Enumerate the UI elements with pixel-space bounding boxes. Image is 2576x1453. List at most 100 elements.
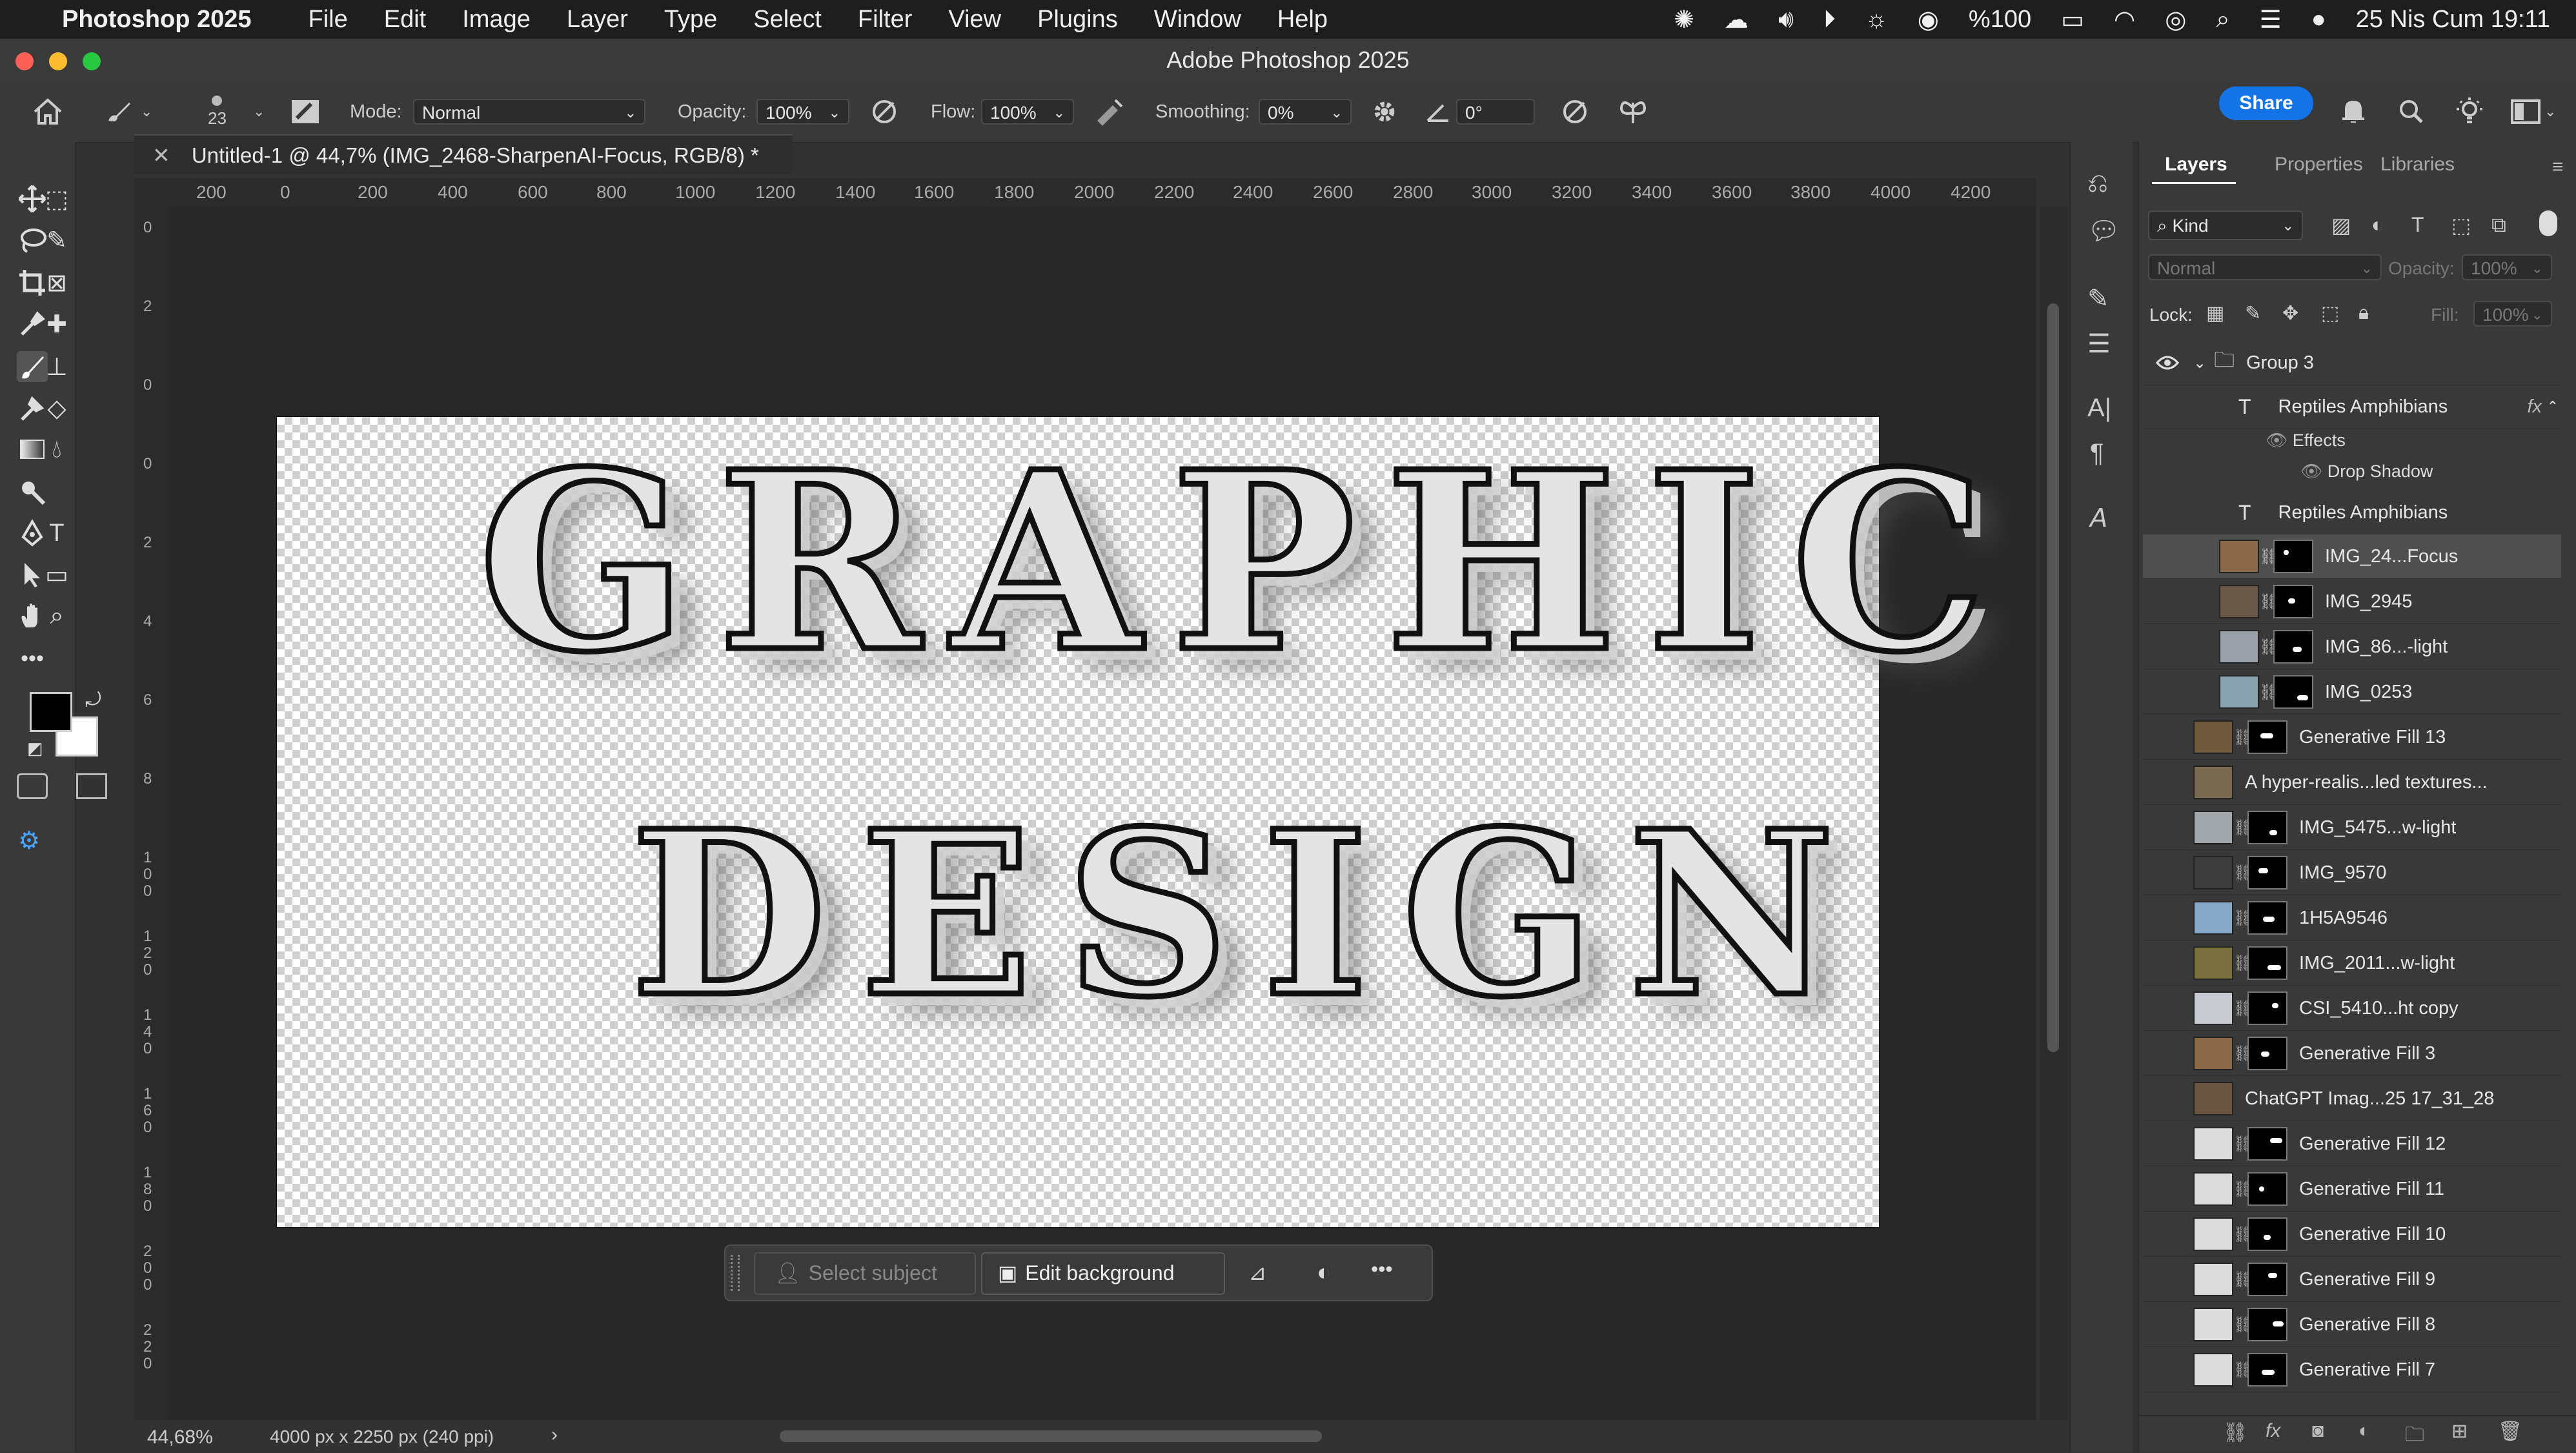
close-tab-icon[interactable]: ✕ bbox=[152, 143, 170, 167]
user-icon[interactable]: ◉ bbox=[1918, 5, 1939, 34]
zoom-tool-icon[interactable]: ⌕ bbox=[41, 600, 72, 631]
mask-link-icon[interactable]: ⛓ bbox=[2233, 1135, 2253, 1153]
select-subject-button[interactable]: 👤︎ Select subject bbox=[754, 1252, 976, 1295]
lock-all-icon[interactable]: 🔒︎ bbox=[2358, 302, 2369, 324]
panel-menu-icon[interactable]: ≡ bbox=[2552, 156, 2564, 178]
home-icon[interactable] bbox=[32, 81, 63, 142]
glyphs-panel-icon[interactable]: 𝘈 bbox=[2090, 503, 2107, 533]
visibility-toggle[interactable] bbox=[2156, 1361, 2179, 1379]
layer-row[interactable]: ⛓ Generative Fill 13 bbox=[2143, 715, 2561, 760]
adjustment-icon[interactable]: ◐ bbox=[1317, 1259, 1331, 1286]
layer-mask-thumbnail[interactable] bbox=[2247, 1037, 2287, 1070]
new-layer-icon[interactable]: ⊞ bbox=[2451, 1420, 2468, 1443]
visibility-toggle[interactable] bbox=[2156, 1090, 2179, 1108]
layer-row[interactable]: ⛓ Generative Fill 11 bbox=[2143, 1167, 2561, 1212]
visibility-eye-icon[interactable] bbox=[2155, 354, 2180, 372]
document-tab[interactable]: ✕ Untitled-1 @ 44,7% (IMG_2468-SharpenAI… bbox=[134, 134, 793, 174]
brush-size-picker[interactable]: 23 bbox=[208, 81, 227, 142]
layer-row-text[interactable]: T Reptiles Amphibians bbox=[2143, 491, 2561, 535]
filter-type-icon[interactable]: T bbox=[2411, 213, 2424, 237]
angle-field[interactable]: 0° bbox=[1456, 99, 1535, 125]
filter-smart-object-icon[interactable]: ⧉ bbox=[2491, 213, 2506, 238]
layer-mask-thumbnail[interactable] bbox=[2273, 630, 2313, 664]
lock-position-icon[interactable]: ✥ bbox=[2282, 302, 2298, 325]
mask-link-icon[interactable]: ⛓ bbox=[2233, 728, 2253, 747]
layer-mask-thumbnail[interactable] bbox=[2247, 1353, 2287, 1387]
mask-link-icon[interactable]: ⛓ bbox=[2233, 954, 2253, 973]
drop-shadow-eye-icon[interactable]: 👁︎ bbox=[2300, 462, 2328, 481]
layer-mask-thumbnail[interactable] bbox=[2247, 901, 2287, 935]
visibility-toggle[interactable] bbox=[2156, 773, 2179, 791]
tab-properties[interactable]: Properties bbox=[2275, 154, 2363, 176]
dodge-tool-icon[interactable] bbox=[17, 476, 48, 507]
quick-select-tool-icon[interactable]: ✎ bbox=[41, 225, 72, 256]
visibility-toggle[interactable] bbox=[2156, 1135, 2179, 1153]
brush-preset-icon[interactable]: ⌄ bbox=[103, 81, 152, 142]
eraser-tool-icon[interactable]: ◇ bbox=[41, 392, 72, 423]
collapse-effects-icon[interactable]: ⌃ bbox=[2547, 398, 2559, 415]
layer-row[interactable]: ⛓ CSI_5410...ht copy bbox=[2143, 986, 2561, 1031]
mode-select[interactable]: Normal ⌄ bbox=[413, 99, 645, 125]
layer-row[interactable]: ⛓ IMG_86...-light bbox=[2143, 625, 2561, 669]
brushes-panel-icon[interactable]: ✎ bbox=[2087, 284, 2109, 314]
layer-opacity-field[interactable]: 100% ⌄ bbox=[2462, 254, 2552, 281]
frame-tool-icon[interactable]: ⊠ bbox=[41, 267, 72, 298]
spot-healing-tool-icon[interactable]: ✚ bbox=[41, 309, 72, 340]
document-info[interactable]: 4000 px x 2250 px (240 ppi) bbox=[270, 1427, 494, 1447]
control-center-icon[interactable]: ☰ bbox=[2260, 5, 2282, 34]
text-tool-icon[interactable]: T bbox=[41, 518, 72, 549]
minimize-window-button[interactable] bbox=[49, 52, 67, 70]
layer-mask-thumbnail[interactable] bbox=[2247, 946, 2287, 980]
effects-row[interactable]: 👁︎ Effects bbox=[2266, 430, 2346, 451]
layer-row[interactable]: ⛓ IMG_9570 bbox=[2143, 851, 2561, 895]
volume-icon[interactable]: 🔊︎ bbox=[1778, 6, 1794, 34]
foreground-color-swatch[interactable] bbox=[30, 692, 72, 732]
default-colors-icon[interactable]: ◩ bbox=[27, 738, 43, 758]
drag-handle-icon[interactable] bbox=[731, 1255, 740, 1291]
symmetry-butterfly-icon[interactable] bbox=[1618, 81, 1648, 142]
smoothing-settings-gear-icon[interactable] bbox=[1371, 81, 1398, 142]
visibility-toggle[interactable] bbox=[2156, 593, 2179, 611]
chatgpt-icon[interactable]: ✺ bbox=[1674, 5, 1694, 34]
visibility-toggle[interactable] bbox=[2156, 818, 2179, 837]
mask-link-icon[interactable]: ⛓ bbox=[2259, 683, 2278, 702]
group-expand-chevron-icon[interactable]: ⌄ bbox=[2193, 354, 2206, 372]
add-mask-icon[interactable]: ◙ bbox=[2312, 1420, 2324, 1442]
airbrush-icon[interactable] bbox=[1093, 81, 1124, 142]
brush-settings-icon[interactable] bbox=[290, 81, 320, 142]
share-button[interactable]: Share bbox=[2219, 86, 2313, 120]
visibility-off[interactable] bbox=[2156, 503, 2179, 522]
visibility-toggle[interactable] bbox=[2156, 1225, 2179, 1243]
layer-row[interactable]: A hyper-realis...led textures... bbox=[2143, 760, 2561, 805]
layer-mask-thumbnail[interactable] bbox=[2247, 811, 2287, 844]
layer-mask-thumbnail[interactable] bbox=[2273, 585, 2313, 618]
screen-mode-icon[interactable] bbox=[76, 773, 107, 799]
layer-row[interactable]: ⛓ Generative Fill 8 bbox=[2143, 1303, 2561, 1347]
layer-row[interactable]: ⛓ IMG_24...Focus bbox=[2143, 534, 2561, 579]
vertical-ruler[interactable]: 0 2 0 0 2 4 6 8 100 120 140 160 180 200 220 bbox=[134, 207, 168, 1420]
menu-edit[interactable]: Edit bbox=[384, 6, 426, 34]
layer-mask-thumbnail[interactable] bbox=[2273, 675, 2313, 709]
tab-libraries[interactable]: Libraries bbox=[2380, 154, 2455, 176]
menu-type[interactable]: Type bbox=[664, 6, 717, 34]
opacity-field[interactable]: 100% ⌄ bbox=[756, 99, 849, 125]
visibility-toggle[interactable] bbox=[2156, 999, 2179, 1017]
visibility-toggle[interactable] bbox=[2156, 728, 2179, 746]
layer-filter-kind[interactable]: ⌕ Kind ⌄ bbox=[2148, 210, 2303, 240]
mask-link-icon[interactable]: ⛓ bbox=[2233, 818, 2253, 837]
zoom-window-button[interactable] bbox=[83, 52, 101, 70]
history-panel-icon[interactable]: ⎌ bbox=[2087, 169, 2108, 198]
marquee-tool-icon[interactable]: ⬚ bbox=[41, 183, 72, 214]
play-icon[interactable]: ⏵ bbox=[1823, 6, 1836, 34]
layer-mask-thumbnail[interactable] bbox=[2247, 1127, 2287, 1161]
tab-layers[interactable]: Layers bbox=[2165, 154, 2227, 176]
menu-image[interactable]: Image bbox=[462, 6, 531, 34]
menu-view[interactable]: View bbox=[948, 6, 1001, 34]
quick-mask-icon[interactable] bbox=[17, 773, 48, 799]
layer-row[interactable]: ⛓ IMG_0253 bbox=[2143, 670, 2561, 715]
layer-mask-thumbnail[interactable] bbox=[2247, 720, 2287, 754]
visibility-toggle[interactable] bbox=[2156, 547, 2179, 565]
layer-row[interactable]: ⛓ Generative Fill 9 bbox=[2143, 1257, 2561, 1302]
status-chevron-icon[interactable]: › bbox=[551, 1424, 558, 1446]
menu-plugins[interactable]: Plugins bbox=[1037, 6, 1118, 34]
